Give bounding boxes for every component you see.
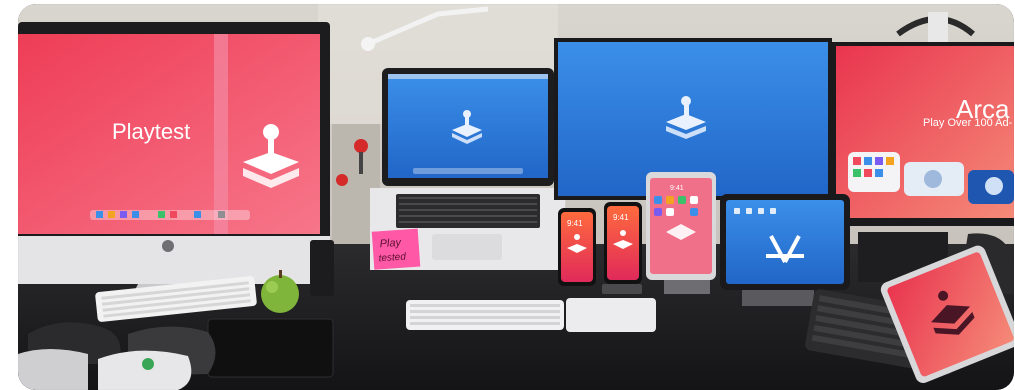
iphone-1-time: 9:41 — [567, 219, 583, 228]
magic-trackpad — [566, 298, 656, 332]
imac: Playtest — [18, 22, 330, 304]
right-monitor: Arca Play Over 100 Ad- — [832, 42, 1014, 226]
arcade-subtitle-text: Play Over 100 Ad- — [923, 117, 1013, 129]
phone-dock — [310, 240, 334, 296]
ipad-mini: 9:41 — [646, 172, 716, 294]
desk-setup-photo: Playtest Play tested Arca Play Over 100 … — [18, 4, 1014, 390]
iphone-1: 9:41 — [558, 208, 596, 286]
ipad-landscape — [720, 194, 850, 306]
imac-screen-title: Playtest — [112, 119, 190, 144]
ipad-mini-time: 9:41 — [670, 185, 684, 192]
iphone-2-time: 9:41 — [613, 213, 629, 222]
sticky-note-line2: tested — [378, 251, 406, 264]
iphone-2: 9:41 — [604, 202, 642, 284]
sticky-note-line1: Play — [379, 237, 403, 251]
apple-logo-icon — [162, 240, 174, 252]
sticky-note: Play tested — [371, 228, 421, 270]
notebook — [207, 318, 334, 378]
